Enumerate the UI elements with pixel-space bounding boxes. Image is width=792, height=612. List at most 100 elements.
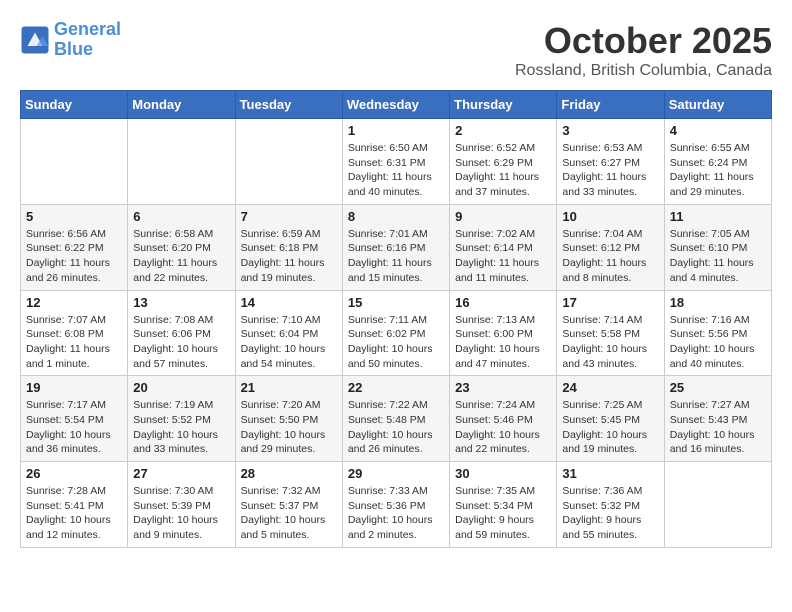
table-cell: 6 Sunrise: 6:58 AM Sunset: 6:20 PM Daylig… bbox=[128, 204, 235, 290]
table-cell bbox=[664, 462, 771, 548]
col-thursday: Thursday bbox=[450, 91, 557, 119]
week-row-5: 26 Sunrise: 7:28 AM Sunset: 5:41 PM Dayli… bbox=[21, 462, 772, 548]
table-cell: 3Sunrise: 6:53 AM Sunset: 6:27 PM Daylig… bbox=[557, 119, 664, 205]
table-cell: 27 Sunrise: 7:30 AM Sunset: 5:39 PM Dayli… bbox=[128, 462, 235, 548]
table-cell: 24Sunrise: 7:25 AM Sunset: 5:45 PM Dayli… bbox=[557, 376, 664, 462]
table-cell: 18Sunrise: 7:16 AM Sunset: 5:56 PM Dayli… bbox=[664, 290, 771, 376]
day-number: 1 bbox=[348, 123, 444, 138]
col-sunday: Sunday bbox=[21, 91, 128, 119]
calendar: Sunday Monday Tuesday Wednesday Thursday… bbox=[20, 90, 772, 548]
day-info: Sunrise: 7:28 AM Sunset: 5:41 PM Dayligh… bbox=[26, 484, 122, 543]
day-info: Sunrise: 7:05 AM Sunset: 6:10 PM Dayligh… bbox=[670, 227, 766, 286]
day-info: Sunrise: 7:14 AM Sunset: 5:58 PM Dayligh… bbox=[562, 313, 658, 372]
day-info: Sunrise: 6:52 AM Sunset: 6:29 PM Dayligh… bbox=[455, 141, 551, 200]
day-info: Sunrise: 7:17 AM Sunset: 5:54 PM Dayligh… bbox=[26, 398, 122, 457]
table-cell: 12 Sunrise: 7:07 AM Sunset: 6:08 PM Dayli… bbox=[21, 290, 128, 376]
table-cell: 5Sunrise: 6:56 AM Sunset: 6:22 PM Daylig… bbox=[21, 204, 128, 290]
day-number: 27 bbox=[133, 466, 229, 481]
day-info: Sunrise: 6:59 AM Sunset: 6:18 PM Dayligh… bbox=[241, 227, 337, 286]
day-number: 14 bbox=[241, 295, 337, 310]
day-info: Sunrise: 7:24 AM Sunset: 5:46 PM Dayligh… bbox=[455, 398, 551, 457]
day-number: 4 bbox=[670, 123, 766, 138]
col-monday: Monday bbox=[128, 91, 235, 119]
day-info: Sunrise: 7:10 AM Sunset: 6:04 PM Dayligh… bbox=[241, 313, 337, 372]
day-number: 28 bbox=[241, 466, 337, 481]
table-cell: 8 Sunrise: 7:01 AM Sunset: 6:16 PM Daylig… bbox=[342, 204, 449, 290]
day-info: Sunrise: 7:04 AM Sunset: 6:12 PM Dayligh… bbox=[562, 227, 658, 286]
day-info: Sunrise: 7:25 AM Sunset: 5:45 PM Dayligh… bbox=[562, 398, 658, 457]
location-title: Rossland, British Columbia, Canada bbox=[515, 62, 772, 80]
week-row-2: 5Sunrise: 6:56 AM Sunset: 6:22 PM Daylig… bbox=[21, 204, 772, 290]
day-number: 21 bbox=[241, 380, 337, 395]
day-number: 10 bbox=[562, 209, 658, 224]
day-number: 8 bbox=[348, 209, 444, 224]
day-info: Sunrise: 7:32 AM Sunset: 5:37 PM Dayligh… bbox=[241, 484, 337, 543]
week-row-4: 19 Sunrise: 7:17 AM Sunset: 5:54 PM Dayli… bbox=[21, 376, 772, 462]
day-number: 19 bbox=[26, 380, 122, 395]
day-number: 16 bbox=[455, 295, 551, 310]
day-number: 9 bbox=[455, 209, 551, 224]
day-info: Sunrise: 6:50 AM Sunset: 6:31 PM Dayligh… bbox=[348, 141, 444, 200]
table-cell bbox=[21, 119, 128, 205]
table-cell: 1 Sunrise: 6:50 AM Sunset: 6:31 PM Daylig… bbox=[342, 119, 449, 205]
day-number: 18 bbox=[670, 295, 766, 310]
logo-line2: Blue bbox=[54, 39, 93, 59]
table-cell bbox=[128, 119, 235, 205]
day-number: 15 bbox=[348, 295, 444, 310]
col-tuesday: Tuesday bbox=[235, 91, 342, 119]
table-cell: 11 Sunrise: 7:05 AM Sunset: 6:10 PM Dayli… bbox=[664, 204, 771, 290]
calendar-header-row: Sunday Monday Tuesday Wednesday Thursday… bbox=[21, 91, 772, 119]
table-cell: 9Sunrise: 7:02 AM Sunset: 6:14 PM Daylig… bbox=[450, 204, 557, 290]
col-friday: Friday bbox=[557, 91, 664, 119]
day-number: 3 bbox=[562, 123, 658, 138]
logo: General Blue bbox=[20, 20, 121, 60]
week-row-3: 12 Sunrise: 7:07 AM Sunset: 6:08 PM Dayli… bbox=[21, 290, 772, 376]
table-cell: 23 Sunrise: 7:24 AM Sunset: 5:46 PM Dayli… bbox=[450, 376, 557, 462]
table-cell: 7 Sunrise: 6:59 AM Sunset: 6:18 PM Daylig… bbox=[235, 204, 342, 290]
week-row-1: 1 Sunrise: 6:50 AM Sunset: 6:31 PM Daylig… bbox=[21, 119, 772, 205]
title-section: October 2025 Rossland, British Columbia,… bbox=[515, 20, 772, 80]
day-info: Sunrise: 7:35 AM Sunset: 5:34 PM Dayligh… bbox=[455, 484, 551, 543]
table-cell bbox=[235, 119, 342, 205]
logo-line1: General bbox=[54, 19, 121, 39]
day-number: 2 bbox=[455, 123, 551, 138]
day-number: 12 bbox=[26, 295, 122, 310]
day-number: 30 bbox=[455, 466, 551, 481]
table-cell: 17Sunrise: 7:14 AM Sunset: 5:58 PM Dayli… bbox=[557, 290, 664, 376]
col-saturday: Saturday bbox=[664, 91, 771, 119]
day-number: 7 bbox=[241, 209, 337, 224]
table-cell: 31Sunrise: 7:36 AM Sunset: 5:32 PM Dayli… bbox=[557, 462, 664, 548]
day-info: Sunrise: 7:13 AM Sunset: 6:00 PM Dayligh… bbox=[455, 313, 551, 372]
table-cell: 21Sunrise: 7:20 AM Sunset: 5:50 PM Dayli… bbox=[235, 376, 342, 462]
table-cell: 4 Sunrise: 6:55 AM Sunset: 6:24 PM Daylig… bbox=[664, 119, 771, 205]
day-number: 29 bbox=[348, 466, 444, 481]
table-cell: 16 Sunrise: 7:13 AM Sunset: 6:00 PM Dayli… bbox=[450, 290, 557, 376]
day-info: Sunrise: 7:19 AM Sunset: 5:52 PM Dayligh… bbox=[133, 398, 229, 457]
col-wednesday: Wednesday bbox=[342, 91, 449, 119]
day-info: Sunrise: 7:11 AM Sunset: 6:02 PM Dayligh… bbox=[348, 313, 444, 372]
table-cell: 10 Sunrise: 7:04 AM Sunset: 6:12 PM Dayli… bbox=[557, 204, 664, 290]
table-cell: 14 Sunrise: 7:10 AM Sunset: 6:04 PM Dayli… bbox=[235, 290, 342, 376]
day-number: 23 bbox=[455, 380, 551, 395]
day-number: 20 bbox=[133, 380, 229, 395]
day-info: Sunrise: 6:55 AM Sunset: 6:24 PM Dayligh… bbox=[670, 141, 766, 200]
day-info: Sunrise: 6:58 AM Sunset: 6:20 PM Dayligh… bbox=[133, 227, 229, 286]
day-info: Sunrise: 7:22 AM Sunset: 5:48 PM Dayligh… bbox=[348, 398, 444, 457]
table-cell: 20 Sunrise: 7:19 AM Sunset: 5:52 PM Dayli… bbox=[128, 376, 235, 462]
logo-icon bbox=[20, 25, 50, 55]
day-number: 11 bbox=[670, 209, 766, 224]
day-info: Sunrise: 7:07 AM Sunset: 6:08 PM Dayligh… bbox=[26, 313, 122, 372]
table-cell: 30 Sunrise: 7:35 AM Sunset: 5:34 PM Dayli… bbox=[450, 462, 557, 548]
day-info: Sunrise: 7:30 AM Sunset: 5:39 PM Dayligh… bbox=[133, 484, 229, 543]
table-cell: 2 Sunrise: 6:52 AM Sunset: 6:29 PM Daylig… bbox=[450, 119, 557, 205]
day-number: 25 bbox=[670, 380, 766, 395]
month-title: October 2025 bbox=[515, 20, 772, 62]
day-info: Sunrise: 7:36 AM Sunset: 5:32 PM Dayligh… bbox=[562, 484, 658, 543]
day-number: 26 bbox=[26, 466, 122, 481]
table-cell: 26 Sunrise: 7:28 AM Sunset: 5:41 PM Dayli… bbox=[21, 462, 128, 548]
table-cell: 15 Sunrise: 7:11 AM Sunset: 6:02 PM Dayli… bbox=[342, 290, 449, 376]
day-number: 6 bbox=[133, 209, 229, 224]
day-info: Sunrise: 7:01 AM Sunset: 6:16 PM Dayligh… bbox=[348, 227, 444, 286]
day-number: 5 bbox=[26, 209, 122, 224]
table-cell: 29Sunrise: 7:33 AM Sunset: 5:36 PM Dayli… bbox=[342, 462, 449, 548]
